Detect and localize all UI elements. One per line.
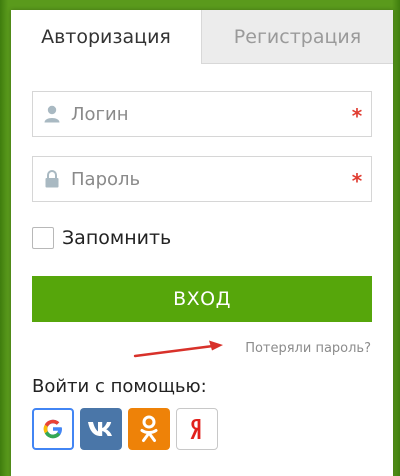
- remember-checkbox[interactable]: [32, 227, 54, 249]
- yandex-login-button[interactable]: [176, 408, 218, 450]
- vk-icon: [88, 422, 112, 436]
- password-field: *: [32, 156, 372, 202]
- forgot-password-link[interactable]: Потеряли пароль?: [245, 341, 371, 356]
- login-field: *: [32, 91, 372, 137]
- required-marker: *: [351, 104, 363, 128]
- remember-label: Запомнить: [62, 227, 172, 249]
- lock-icon: [33, 157, 71, 201]
- required-marker: *: [351, 169, 363, 193]
- google-login-button[interactable]: [32, 408, 74, 450]
- auth-panel: Авторизация Регистрация * * Запомнить ВХ…: [11, 10, 393, 476]
- vk-login-button[interactable]: [80, 408, 122, 450]
- odnoklassniki-login-button[interactable]: [128, 408, 170, 450]
- arrow-icon: [133, 340, 223, 358]
- odnoklassniki-icon: [140, 415, 158, 442]
- social-buttons: [32, 408, 218, 450]
- remember-me[interactable]: Запомнить: [32, 226, 171, 250]
- user-icon: [33, 92, 71, 136]
- yandex-icon: [190, 419, 201, 439]
- login-button[interactable]: ВХОД: [32, 276, 372, 322]
- google-icon: [43, 419, 62, 439]
- login-input[interactable]: [71, 94, 343, 134]
- social-login-title: Войти с помощью:: [32, 376, 207, 397]
- tab-login[interactable]: Авторизация: [11, 10, 201, 64]
- tab-register[interactable]: Регистрация: [201, 10, 393, 64]
- auth-tabs: Авторизация Регистрация: [11, 10, 393, 64]
- password-input[interactable]: [71, 159, 343, 199]
